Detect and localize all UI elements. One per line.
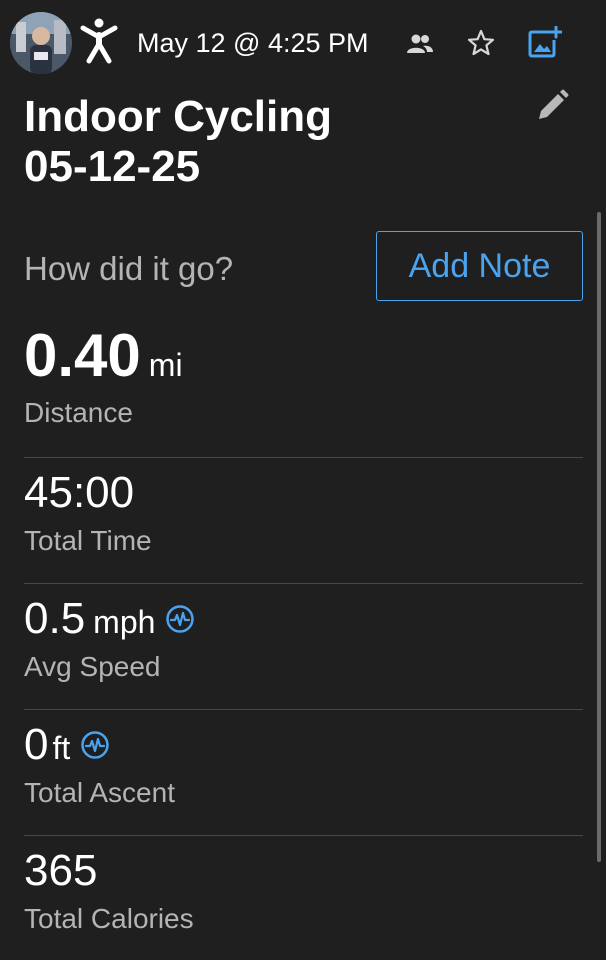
activity-date-time: May 12 @ 4:25 PM [137, 28, 369, 58]
stat-label: Avg Speed [24, 651, 161, 682]
avatar-photo [10, 12, 72, 74]
stat-unit: mph [93, 604, 156, 640]
divider [24, 457, 583, 458]
how-did-it-go-prompt: How did it go? [24, 250, 234, 287]
person-exercise-icon [80, 18, 118, 64]
divider [24, 835, 583, 836]
pencil-icon[interactable] [534, 88, 570, 124]
stat-value: 0.40 [24, 322, 141, 389]
stat-unit: mi [148, 347, 183, 383]
stat-label: Total Time [24, 525, 152, 556]
stat-value: 0 [24, 720, 49, 769]
stat-value: 45:00 [24, 468, 135, 517]
stat-value: 0.5 [24, 594, 86, 643]
activity-date: 05-12-25 [24, 142, 201, 191]
stat-label: Total Calories [24, 903, 194, 934]
user-avatar[interactable] [10, 12, 72, 74]
activity-name: Indoor Cycling [24, 92, 332, 141]
sensor-data-icon[interactable] [80, 730, 110, 760]
stat-unit: ft [52, 730, 71, 766]
add-photo-icon[interactable] [528, 25, 563, 58]
stat-label: Total Ascent [24, 777, 175, 808]
star-outline-icon[interactable] [466, 28, 496, 58]
activity-header: May 12 @ 4:25 PM [0, 0, 606, 86]
stat-label: Distance [24, 397, 133, 428]
divider [24, 583, 583, 584]
stat-value: 365 [24, 846, 98, 895]
people-icon[interactable] [406, 32, 434, 56]
scrollbar[interactable] [597, 212, 601, 862]
add-note-button[interactable]: Add Note [376, 231, 583, 301]
activity-title: Indoor Cycling 05-12-25 [24, 92, 332, 192]
sensor-data-icon[interactable] [165, 604, 195, 634]
divider [24, 709, 583, 710]
